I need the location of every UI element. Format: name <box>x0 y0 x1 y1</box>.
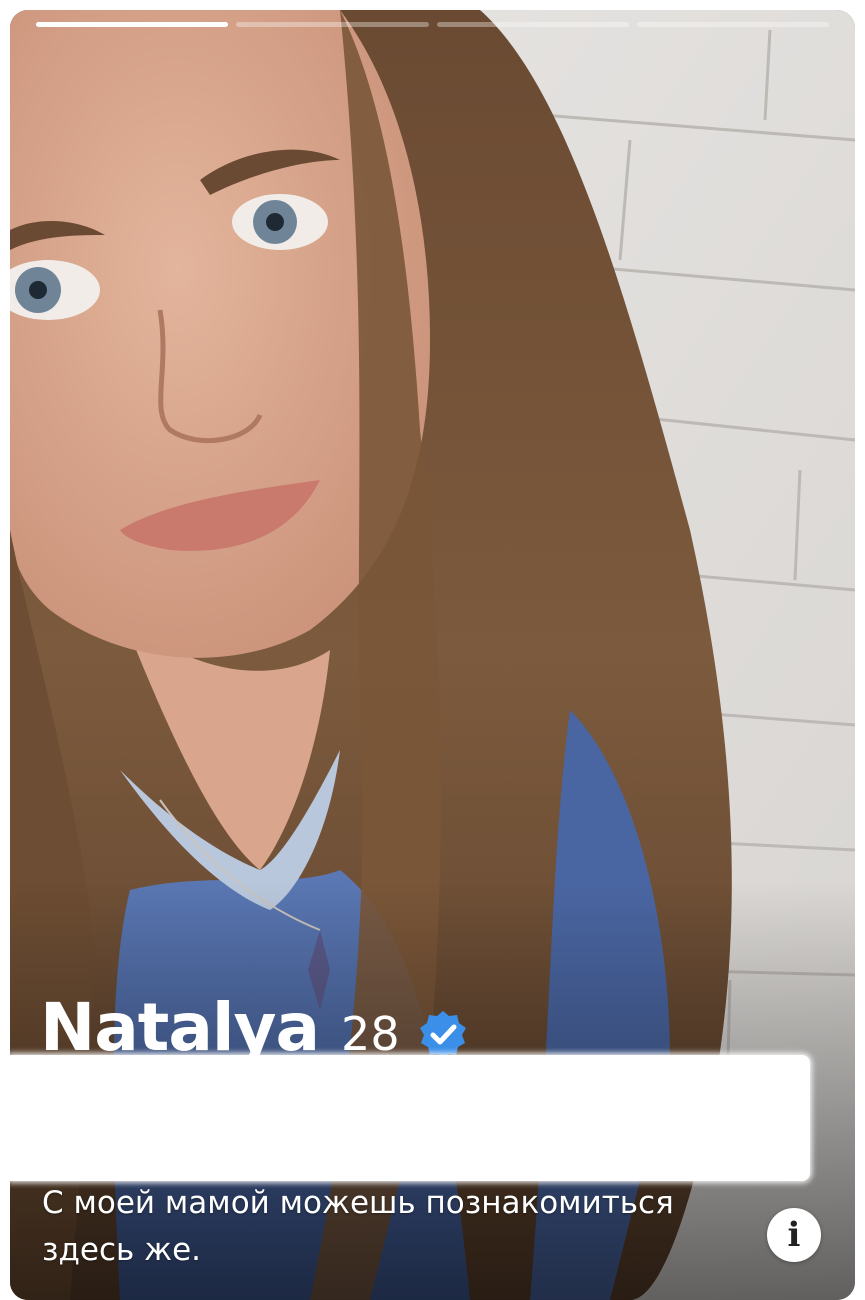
photo-progress-segment-3[interactable] <box>436 22 629 27</box>
photo-progress-segment-4[interactable] <box>636 22 829 27</box>
info-icon: i <box>787 1215 801 1255</box>
verified-badge-icon <box>418 1009 468 1059</box>
bio-line: здесь же. <box>42 1232 202 1268</box>
redacted-area <box>10 1055 810 1181</box>
profile-name: Natalya <box>40 989 320 1066</box>
profile-card[interactable]: Natalya 28 С моей мамой можешь познакоми… <box>10 10 855 1300</box>
profile-header: Natalya 28 <box>40 995 468 1061</box>
photo-progress-segment-2[interactable] <box>236 22 429 27</box>
profile-age: 28 <box>341 1007 400 1061</box>
profile-bio: С моей мамой можешь познакомиться здесь … <box>42 1180 762 1274</box>
info-button[interactable]: i <box>767 1208 821 1262</box>
bio-line: С моей мамой можешь познакомиться <box>42 1185 674 1221</box>
photo-progress-indicator <box>36 22 829 27</box>
photo-progress-segment-1[interactable] <box>36 22 229 27</box>
